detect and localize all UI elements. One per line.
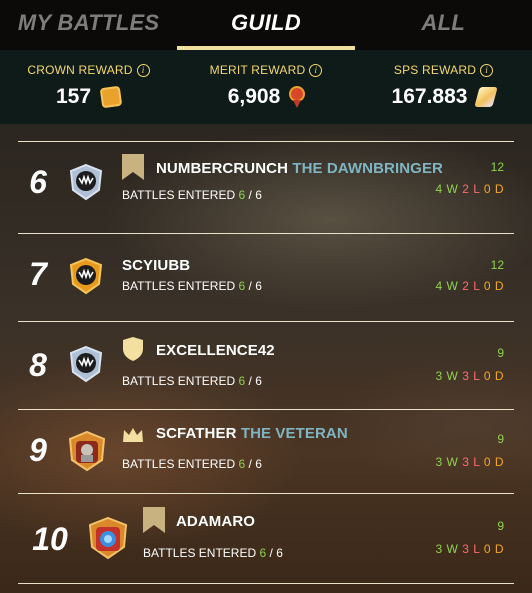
player-name[interactable]: EXCELLENCE42 [156, 342, 275, 359]
battles-entered: BATTLES ENTERED 6 / 6 [122, 457, 262, 471]
merit-reward-label: MERIT REWARD [209, 63, 306, 77]
tab-guild[interactable]: GUILD [177, 0, 355, 50]
rewards-bar: CROWN REWARD i 157 MERIT REWARD i 6,908 SP… [0, 50, 532, 124]
win-loss-draw: 4 W 2 L 0 D [435, 279, 504, 293]
battles-entered: BATTLES ENTERED 6 / 6 [143, 546, 283, 560]
crown-reward-label: CROWN REWARD [27, 63, 133, 77]
battle-tabs: MY BATTLES GUILD ALL [0, 0, 532, 50]
battles-entered: BATTLES ENTERED 6 / 6 [122, 374, 262, 388]
rank-number: 7 [29, 256, 47, 292]
tab-all[interactable]: ALL [355, 0, 532, 50]
shield-icon [123, 337, 143, 361]
player-name[interactable]: SCFATHER THE VETERAN [156, 425, 348, 442]
banner-icon [143, 507, 165, 533]
score: 9 [497, 346, 504, 360]
player-avatar-icon [88, 516, 128, 560]
win-loss-draw: 3 W 3 L 0 D [435, 455, 504, 469]
guild-emblem-icon [69, 257, 103, 295]
player-name[interactable]: NUMBERCRUNCH THE DAWNBRINGER [156, 160, 443, 177]
tab-my-battles[interactable]: MY BATTLES [0, 0, 177, 50]
player-title: THE VETERAN [240, 425, 348, 442]
banner-icon [122, 154, 144, 180]
rank-number: 8 [29, 347, 47, 383]
sps-reward-value: 167.883 [391, 85, 468, 108]
sps-reward-label: SPS REWARD [393, 63, 477, 77]
crown-reward-value: 157 [55, 85, 92, 108]
leaderboard-row[interactable]: 9 SCFATHER THE VETERAN BATTLES ENTERED 6… [18, 409, 514, 494]
merit-medal-icon [290, 86, 304, 108]
win-loss-draw: 3 W 3 L 0 D [435, 542, 504, 556]
rank-number: 10 [32, 521, 68, 557]
sps-crystal-icon [474, 87, 499, 107]
win-loss-draw: 3 W 3 L 0 D [435, 369, 504, 383]
player-avatar-icon [68, 430, 106, 472]
score: 9 [497, 432, 504, 446]
score: 9 [497, 519, 504, 533]
merit-reward: MERIT REWARD i 6,908 [178, 50, 355, 124]
info-icon[interactable]: i [480, 64, 494, 77]
player-name[interactable]: SCYIUBB [122, 257, 190, 274]
win-loss-draw: 4 W 2 L 0 D [435, 182, 504, 196]
crown-icon [123, 428, 143, 442]
rank-number: 6 [29, 164, 47, 200]
rank-number: 9 [29, 432, 47, 468]
player-name[interactable]: ADAMARO [176, 513, 255, 530]
row-divider [18, 583, 514, 585]
info-icon[interactable]: i [136, 64, 150, 77]
score: 12 [490, 160, 504, 174]
crown-reward: CROWN REWARD i 157 [0, 50, 177, 124]
leaderboard-row[interactable]: 6 NUMBERCRUNCH THE DAWNBRINGER BATTLES E… [18, 141, 514, 224]
leaderboard-row[interactable]: 8 EXCELLENCE42 BATTLES ENTERED 6 / 6 9 3… [18, 321, 514, 410]
info-icon[interactable]: i [309, 64, 323, 77]
merit-reward-value: 6,908 [227, 85, 281, 108]
player-title: THE DAWNBRINGER [292, 160, 443, 177]
guild-emblem-icon [69, 163, 103, 201]
guild-leaderboard: 6 NUMBERCRUNCH THE DAWNBRINGER BATTLES E… [0, 124, 532, 593]
leaderboard-row[interactable]: 10 ADAMARO BATTLES ENTERED 6 / 6 9 3 W 3… [18, 493, 514, 584]
score: 12 [490, 258, 504, 272]
battles-entered: BATTLES ENTERED 6 / 6 [122, 279, 262, 293]
guild-emblem-icon [69, 345, 103, 383]
battles-entered: BATTLES ENTERED 6 / 6 [122, 188, 262, 202]
crown-token-icon [99, 85, 123, 109]
sps-reward: SPS REWARD i 167.883 [355, 50, 532, 124]
leaderboard-row[interactable]: 7 SCYIUBB BATTLES ENTERED 6 / 6 12 4 W 2… [18, 233, 514, 316]
